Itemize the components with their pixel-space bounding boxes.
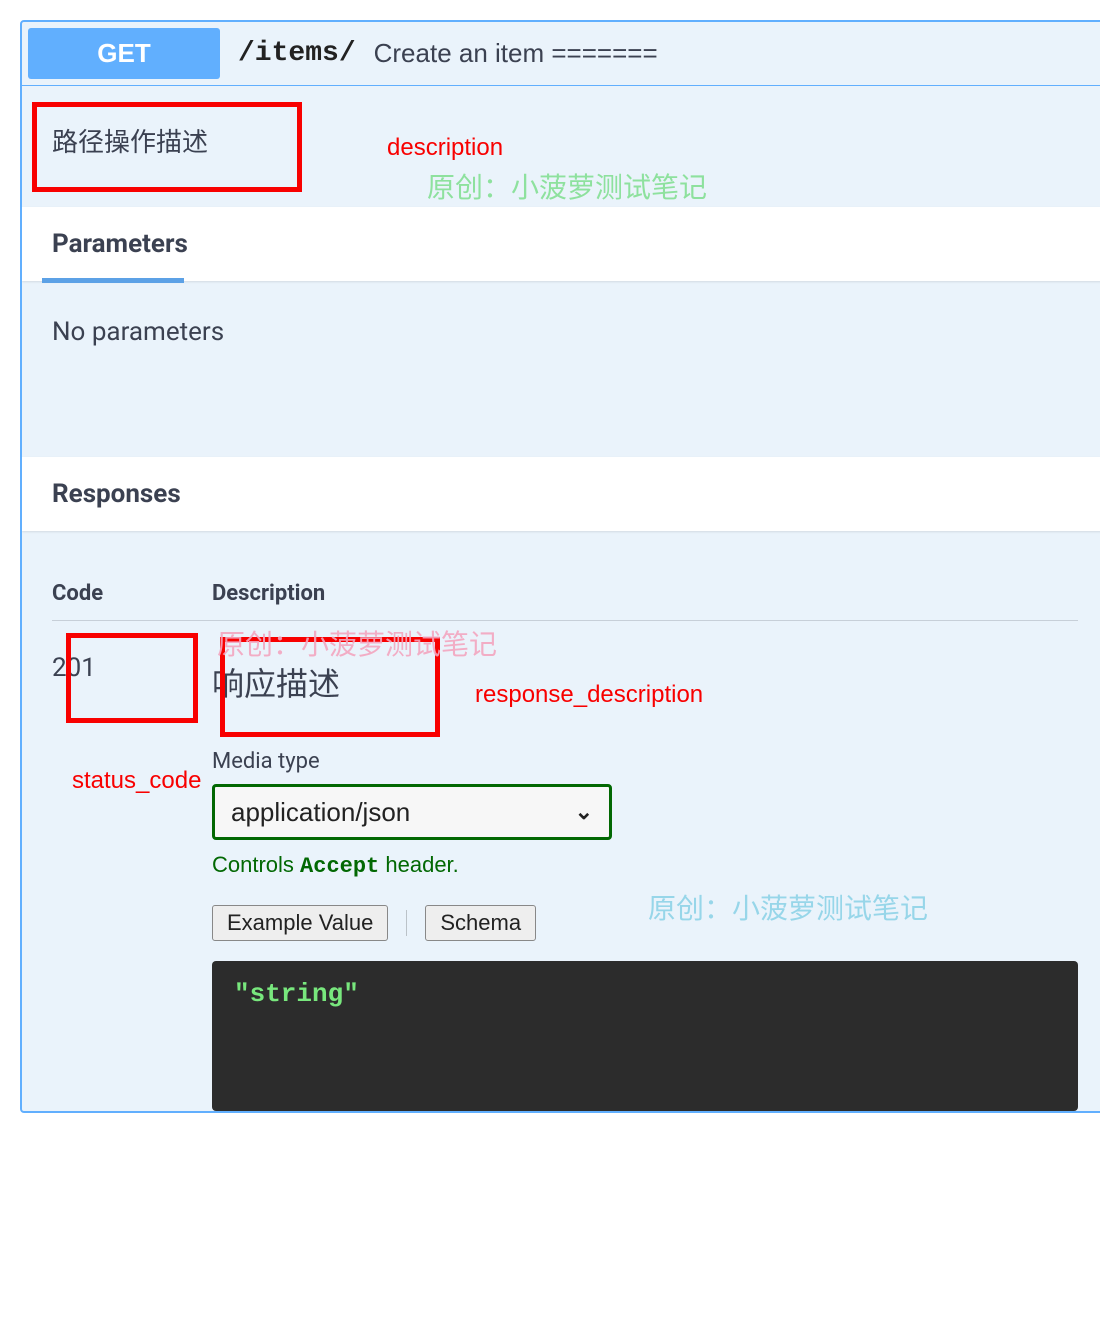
controls-pre: Controls xyxy=(212,852,300,877)
media-type-select[interactable]: application/json ⌄ xyxy=(212,784,612,840)
responses-header: Responses xyxy=(22,457,1100,531)
controls-accept-note: Controls Accept header. xyxy=(212,852,1078,879)
parameters-header: Parameters xyxy=(22,207,1100,281)
operation-block: GET /items/ Create an item ======= 路径操作描… xyxy=(20,20,1100,1113)
responses-table-header: Code Description xyxy=(52,581,1078,621)
operation-summary-bar[interactable]: GET /items/ Create an item ======= xyxy=(22,22,1100,86)
no-parameters-text: No parameters xyxy=(22,281,1100,457)
tab-example-value[interactable]: Example Value xyxy=(212,905,388,941)
annotation-label: description xyxy=(387,134,503,162)
operation-path: /items/ xyxy=(238,38,356,69)
annotation-box xyxy=(66,633,198,723)
example-value: "string" xyxy=(234,979,359,1009)
tab-separator xyxy=(406,910,407,936)
operation-summary: Create an item ======= xyxy=(374,38,658,69)
annotation-box xyxy=(220,637,440,737)
description-column-header: Description xyxy=(212,581,325,606)
controls-accept-word: Accept xyxy=(300,854,379,879)
chevron-down-icon: ⌄ xyxy=(575,800,593,825)
tab-schema[interactable]: Schema xyxy=(425,905,536,941)
code-column-header: Code xyxy=(52,581,212,606)
method-badge: GET xyxy=(28,28,220,79)
annotation-box xyxy=(32,102,302,192)
example-code-block: "string" xyxy=(212,961,1078,1111)
media-type-label: Media type xyxy=(212,749,1078,774)
response-row: 201 响应描述 Media type application/json ⌄ C… xyxy=(52,621,1078,1111)
media-type-value: application/json xyxy=(231,797,410,828)
responses-title: Responses xyxy=(52,479,181,509)
active-tab-underline xyxy=(42,278,184,283)
watermark: 原创：小菠萝测试笔记 xyxy=(427,166,707,206)
controls-post: header. xyxy=(379,852,459,877)
annotation-label: response_description xyxy=(475,681,703,709)
parameters-title: Parameters xyxy=(52,229,188,259)
annotation-label: status_code xyxy=(72,767,201,795)
